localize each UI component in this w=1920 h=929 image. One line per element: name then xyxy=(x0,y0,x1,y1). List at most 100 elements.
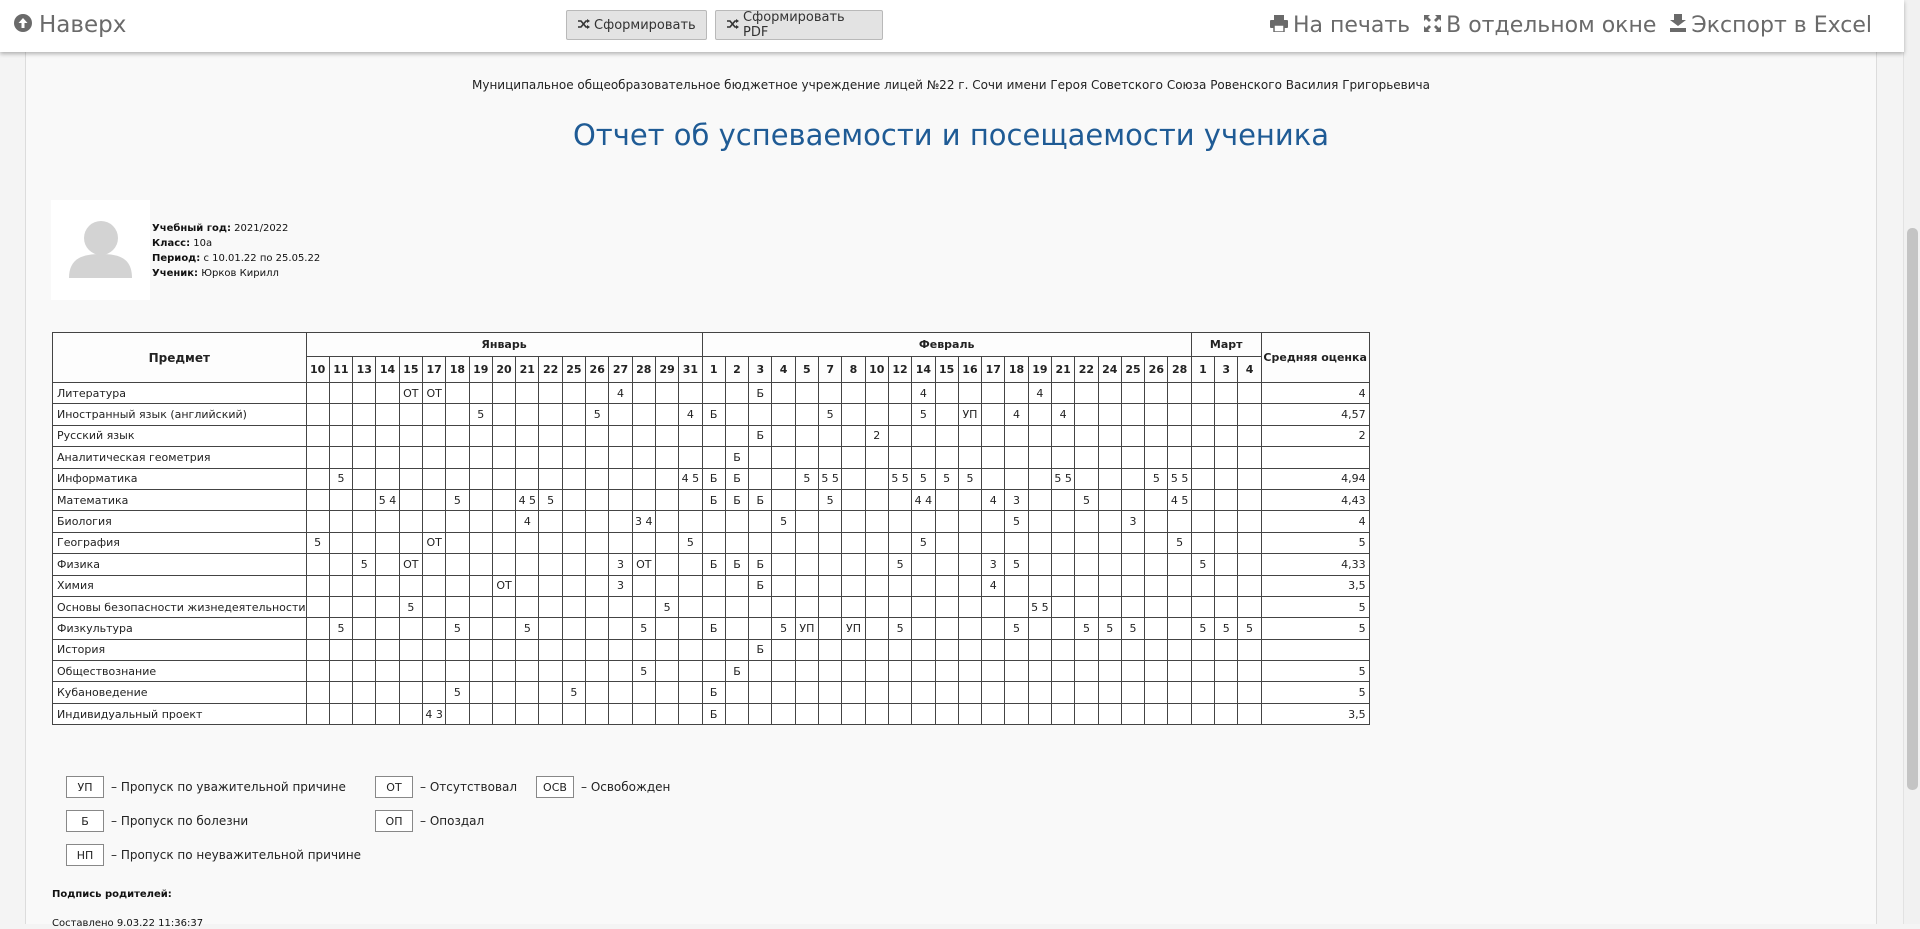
grade-cell: Б xyxy=(748,553,773,576)
grade-cell xyxy=(1004,424,1029,448)
grade-cell xyxy=(1167,403,1192,426)
grade-cell xyxy=(515,446,540,469)
grade-cell xyxy=(631,574,656,597)
grade-cell xyxy=(631,531,656,555)
grade-cell xyxy=(957,531,983,555)
grade-cell xyxy=(491,681,517,704)
grade-cell xyxy=(468,510,493,533)
grade-cell xyxy=(421,446,447,469)
info-class: Класс: 10а xyxy=(152,238,213,249)
grade-cell xyxy=(445,381,470,405)
grade-cell xyxy=(957,638,983,662)
scrollbar-thumb[interactable] xyxy=(1907,228,1918,790)
grade-cell xyxy=(654,574,680,597)
grade-cell xyxy=(1097,574,1122,597)
grade-cell xyxy=(305,638,330,662)
grade-cell xyxy=(818,638,843,662)
grade-cell xyxy=(887,660,913,683)
vertical-scrollbar[interactable] xyxy=(1903,0,1920,924)
grade-cell xyxy=(561,424,587,448)
grade-cell xyxy=(561,403,587,426)
grade-cell xyxy=(515,638,540,662)
grade-cell: 5 xyxy=(1214,617,1239,640)
grade-cell xyxy=(375,531,400,555)
grade-cell xyxy=(1097,424,1122,448)
export-excel-button[interactable]: Экспорт в Excel xyxy=(1670,13,1872,38)
grade-cell xyxy=(538,467,563,490)
grade-cell xyxy=(1120,424,1146,448)
grade-cell xyxy=(1027,446,1053,469)
grade-cell xyxy=(887,488,913,512)
grade-cell xyxy=(328,702,354,726)
grade-cell xyxy=(515,531,540,555)
grade-cell xyxy=(1097,446,1122,469)
grade-cell: 5 xyxy=(911,403,936,426)
grade-cell xyxy=(631,681,656,704)
grade-cell xyxy=(608,467,633,490)
day-header: 25 xyxy=(1120,356,1146,383)
grade-cell: 5 xyxy=(1120,617,1146,640)
day-header: 19 xyxy=(468,356,493,383)
grade-cell xyxy=(1144,531,1169,555)
grade-cell xyxy=(1050,381,1076,405)
grade-cell xyxy=(678,510,703,533)
form-pdf-button[interactable]: Сформировать PDF xyxy=(715,10,883,40)
grade-cell xyxy=(1097,681,1122,704)
grade-cell xyxy=(375,510,400,533)
scroll-top-link[interactable]: Наверх xyxy=(14,10,126,40)
grade-cell xyxy=(841,595,866,619)
day-header: 11 xyxy=(328,356,354,383)
grade-cell: ОТ xyxy=(398,553,423,576)
grade-cell xyxy=(352,424,377,448)
grade-cell xyxy=(328,574,354,597)
grade-cell xyxy=(724,595,750,619)
grade-cell xyxy=(887,702,913,726)
subject-cell: Математика xyxy=(52,488,307,512)
scroll-top-label: Наверх xyxy=(39,12,127,38)
legend-text: – Отсутствовал xyxy=(420,780,518,794)
grade-cell xyxy=(678,446,703,469)
grade-cell xyxy=(654,531,680,555)
grade-cell xyxy=(1120,403,1146,426)
grade-cell: 4 xyxy=(981,574,1006,597)
grade-cell: 5 xyxy=(957,467,983,490)
open-window-button[interactable]: В отдельном окне xyxy=(1424,13,1656,38)
grade-cell xyxy=(841,424,866,448)
day-header: 25 xyxy=(561,356,587,383)
legend-code: Б xyxy=(66,810,104,832)
grade-cell xyxy=(561,574,587,597)
grade-cell xyxy=(398,681,423,704)
grade-cell xyxy=(1167,574,1192,597)
average-cell: 5 xyxy=(1260,595,1370,619)
grade-cell: 5 xyxy=(1190,553,1216,576)
print-button[interactable]: На печать xyxy=(1269,13,1410,38)
grade-cell xyxy=(491,660,517,683)
grade-cell xyxy=(1237,488,1262,512)
table-row: Кубановедение 5 5 Б 5 xyxy=(52,681,1370,704)
grade-cell xyxy=(794,381,820,405)
grade-cell xyxy=(1190,381,1216,405)
grade-cell xyxy=(491,488,517,512)
grade-cell: Б xyxy=(748,574,773,597)
grade-cell xyxy=(794,702,820,726)
grade-cell xyxy=(771,467,796,490)
grade-cell xyxy=(561,638,587,662)
grade-cell xyxy=(934,638,959,662)
grade-cell: УП xyxy=(957,403,983,426)
day-header: 2 xyxy=(724,356,750,383)
grade-cell xyxy=(1190,574,1216,597)
grade-cell xyxy=(794,403,820,426)
grade-cell xyxy=(1097,467,1122,490)
grade-cell xyxy=(561,553,587,576)
grade-cell xyxy=(1050,660,1076,683)
grade-cell xyxy=(491,467,517,490)
grade-cell xyxy=(421,595,447,619)
grade-cell xyxy=(468,488,493,512)
grade-cell xyxy=(981,381,1006,405)
grade-cell xyxy=(1214,446,1239,469)
grade-cell xyxy=(352,617,377,640)
grade-cell xyxy=(1050,510,1076,533)
form-button[interactable]: Сформировать xyxy=(566,10,707,40)
grade-cell xyxy=(1190,403,1216,426)
grade-cell xyxy=(1050,531,1076,555)
